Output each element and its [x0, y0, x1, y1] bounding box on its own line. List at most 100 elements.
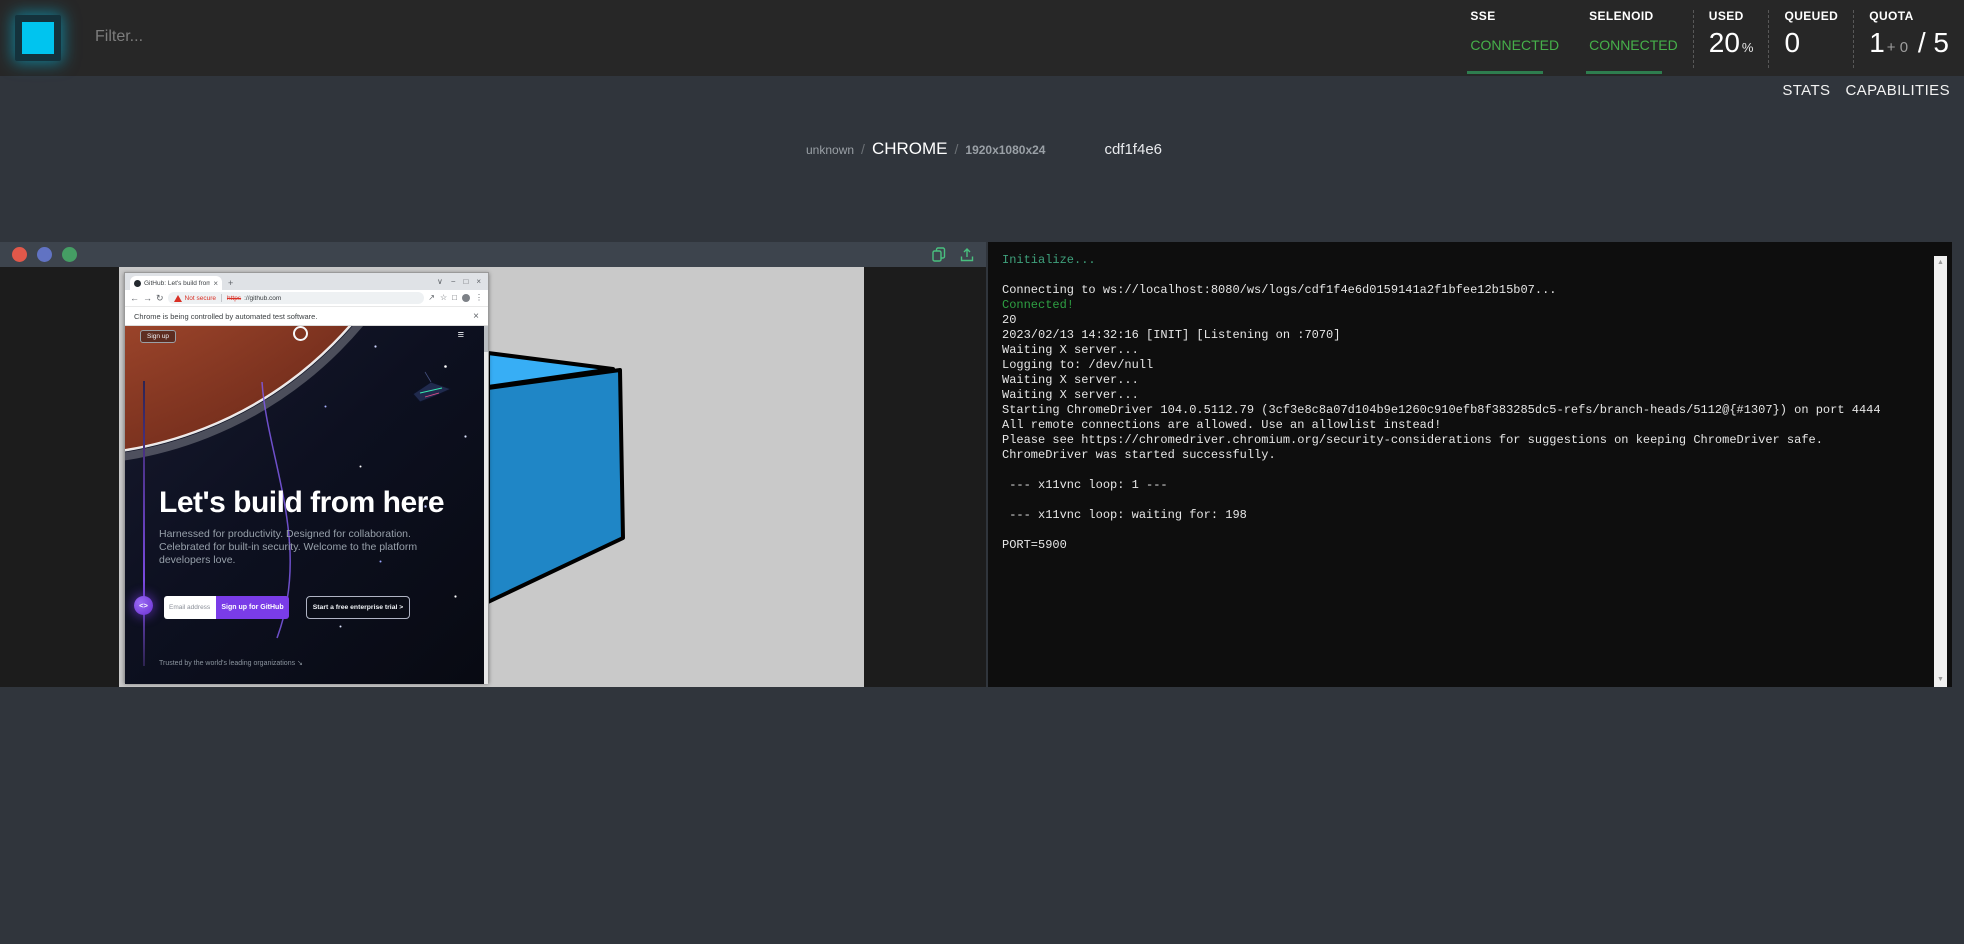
forward-icon[interactable]: →	[143, 294, 152, 303]
profile-avatar[interactable]	[462, 294, 470, 302]
minimize-window-button[interactable]	[37, 247, 52, 262]
quota-label: QUOTA	[1869, 9, 1949, 23]
maximize-window-button[interactable]	[62, 247, 77, 262]
session-info: unknown / CHROME / 1920x1080x24	[806, 139, 1045, 159]
browser-minimize-icon[interactable]: −	[451, 278, 456, 286]
log-line: 2023/02/13 14:32:16 [INIT] [Listening on…	[1002, 328, 1922, 343]
back-icon[interactable]: ←	[130, 294, 139, 303]
new-tab-button[interactable]: +	[228, 278, 233, 288]
code-icon: <>	[134, 596, 153, 615]
quota-value: 1+ 0 / 5	[1869, 27, 1949, 59]
url-bar[interactable]: Not secure https ://github.com	[168, 292, 425, 304]
upload-icon[interactable]	[960, 247, 974, 262]
log-pane[interactable]: Initialize... Connecting to ws://localho…	[988, 242, 1952, 687]
quota-pending: + 0	[1885, 39, 1910, 56]
used-value: 20%	[1709, 27, 1754, 59]
url-host: ://github.com	[244, 295, 281, 302]
timeline-line-decoration	[143, 381, 145, 666]
signup-github-button[interactable]: Sign up for GitHub	[216, 596, 289, 619]
log-line: Starting ChromeDriver 104.0.5112.79 (3cf…	[1002, 403, 1922, 418]
browser-tab[interactable]: GitHub: Let's build from he... ×	[130, 276, 222, 290]
filter-input[interactable]	[95, 22, 515, 52]
selenoid-status: SELENOID CONNECTED	[1574, 0, 1693, 76]
used-unit: %	[1742, 40, 1754, 55]
browser-toolbar: ← → ↻ Not secure https ://github.com ↗	[125, 290, 488, 307]
log-line: Connecting to ws://localhost:8080/ws/log…	[1002, 283, 1922, 298]
infobar-close-icon[interactable]: ×	[473, 311, 479, 322]
log-line: All remote connections are allowed. Use …	[1002, 418, 1922, 433]
queued-stat: QUEUED 0	[1769, 0, 1853, 76]
trusted-caption: Trusted by the world's leading organizat…	[159, 659, 303, 667]
remote-screen[interactable]: GitHub: Let's build from he... × + ∨ − □…	[119, 267, 864, 687]
session-resolution: 1920x1080x24	[965, 143, 1045, 157]
sse-value: CONNECTED	[1470, 37, 1559, 53]
used-number: 20	[1709, 27, 1740, 58]
log-line: Waiting X server...	[1002, 343, 1922, 358]
session-owner: unknown	[806, 143, 854, 157]
log-line	[1002, 463, 1922, 478]
github-hero-page: Sign up ≡ Let's build from here Harnesse…	[125, 326, 488, 684]
log-scrollbar[interactable]: ▲ ▼	[1934, 256, 1947, 687]
log-line: Connected!	[1002, 298, 1922, 313]
infobar-message: Chrome is being controlled by automated …	[134, 312, 317, 321]
sse-status: SSE CONNECTED	[1455, 0, 1574, 76]
log-line	[1002, 268, 1922, 283]
reload-icon[interactable]: ↻	[156, 294, 164, 303]
quota-current: 1	[1869, 27, 1885, 58]
copy-icon[interactable]	[932, 247, 946, 262]
selenoid-value: CONNECTED	[1589, 37, 1678, 53]
hero-signup-button[interactable]: Sign up	[140, 330, 176, 343]
selenoid-ui-app: SSE CONNECTED SELENOID CONNECTED USED 20…	[0, 0, 1964, 944]
vnc-content: GitHub: Let's build from he... × + ∨ − □…	[0, 267, 986, 687]
tab-switcher-icon[interactable]: □	[452, 294, 457, 302]
sse-label: SSE	[1470, 9, 1559, 23]
queued-label: QUEUED	[1784, 9, 1838, 23]
log-line: 20	[1002, 313, 1922, 328]
tab-stats[interactable]: STATS	[1782, 82, 1830, 99]
log-line: ChromeDriver was started successfully.	[1002, 448, 1922, 463]
log-line: Initialize...	[1002, 253, 1922, 268]
github-favicon	[134, 280, 141, 287]
profile-chevron-icon[interactable]: ∨	[437, 278, 443, 286]
status-panel: SSE CONNECTED SELENOID CONNECTED USED 20…	[1455, 0, 1964, 76]
session-row[interactable]: unknown / CHROME / 1920x1080x24 cdf1f4e6	[806, 136, 1162, 162]
share-icon[interactable]: ↗	[428, 294, 435, 302]
selenoid-label: SELENOID	[1589, 9, 1678, 23]
log-lines: Initialize... Connecting to ws://localho…	[1002, 253, 1922, 553]
github-logo-icon[interactable]	[293, 326, 308, 341]
quota-total: / 5	[1918, 27, 1949, 58]
separator: /	[861, 141, 865, 157]
quota-stat: QUOTA 1+ 0 / 5	[1854, 0, 1964, 76]
close-window-button[interactable]	[12, 247, 27, 262]
page-scrollbar[interactable]	[484, 326, 488, 684]
not-secure-icon	[174, 295, 182, 302]
session-id-link[interactable]: cdf1f4e6	[1104, 141, 1162, 158]
email-input[interactable]	[164, 596, 216, 619]
toolbar-right-icons: ↗ ☆ □ ⋮	[428, 294, 483, 302]
top-bar: SSE CONNECTED SELENOID CONNECTED USED 20…	[0, 0, 1964, 76]
used-label: USED	[1709, 9, 1754, 23]
log-line: Please see https://chromedriver.chromium…	[1002, 433, 1922, 448]
view-tabs: STATS CAPABILITIES	[1782, 82, 1950, 99]
log-line: Waiting X server...	[1002, 373, 1922, 388]
vnc-pane: GitHub: Let's build from he... × + ∨ − □…	[0, 242, 986, 687]
scroll-up-icon[interactable]: ▲	[1934, 258, 1947, 268]
browser-window-controls: ∨ − □ ×	[437, 273, 488, 290]
browser-menu-icon[interactable]: ⋮	[475, 294, 483, 302]
browser-tab-title: GitHub: Let's build from he...	[144, 280, 210, 287]
tab-close-icon[interactable]: ×	[213, 279, 218, 288]
log-line: Logging to: /dev/null	[1002, 358, 1922, 373]
browser-maximize-icon[interactable]: □	[463, 278, 468, 286]
hero-tagline: Harnessed for productivity. Designed for…	[159, 528, 441, 567]
browser-window: GitHub: Let's build from he... × + ∨ − □…	[124, 272, 489, 683]
not-secure-label: Not secure	[185, 295, 216, 302]
browser-close-icon[interactable]: ×	[476, 278, 481, 286]
enterprise-trial-button[interactable]: Start a free enterprise trial >	[306, 596, 410, 619]
log-line: Waiting X server...	[1002, 388, 1922, 403]
app-logo-icon[interactable]	[15, 15, 61, 61]
vnc-titlebar	[0, 242, 986, 267]
scroll-down-icon[interactable]: ▼	[1934, 675, 1947, 685]
bookmark-star-icon[interactable]: ☆	[440, 294, 447, 302]
hamburger-menu-icon[interactable]: ≡	[458, 329, 464, 341]
tab-capabilities[interactable]: CAPABILITIES	[1845, 82, 1950, 99]
